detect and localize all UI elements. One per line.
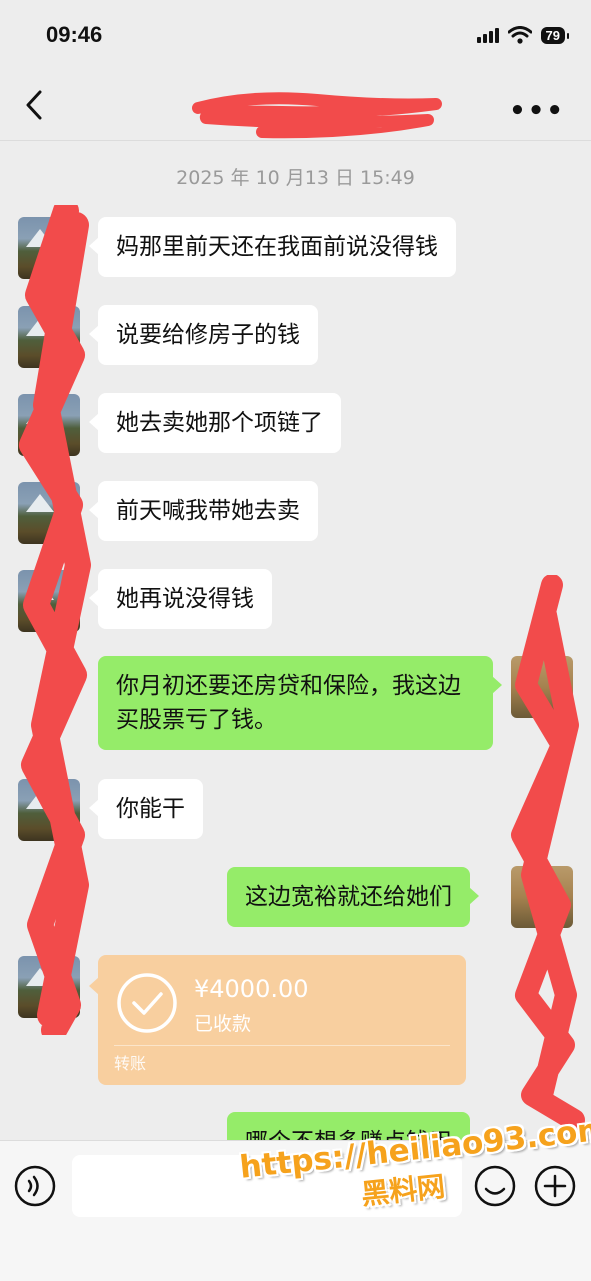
- message-bubble[interactable]: 她去卖她那个项链了: [89, 393, 341, 453]
- divider: [114, 1045, 450, 1046]
- avatar[interactable]: [18, 394, 80, 456]
- chat-header: •••: [0, 70, 591, 141]
- more-icon[interactable]: •••: [509, 96, 565, 126]
- status-icons: 79: [476, 26, 570, 44]
- avatar[interactable]: [18, 779, 80, 841]
- battery-icon: 79: [540, 26, 570, 44]
- transfer-status: 已收款: [194, 1013, 252, 1035]
- avatar[interactable]: [18, 306, 80, 368]
- avatar[interactable]: [18, 217, 80, 279]
- transfer-amount: ¥4000.00: [194, 975, 309, 1003]
- voice-icon[interactable]: [14, 1165, 56, 1207]
- check-circle-icon: [117, 973, 177, 1033]
- message-bubble[interactable]: 说要给修房子的钱: [89, 305, 318, 365]
- transfer-label: 转账: [114, 1054, 147, 1073]
- message-bubble[interactable]: 她再说没得钱: [89, 569, 272, 629]
- back-arrow-icon[interactable]: [18, 86, 52, 124]
- transfer-card[interactable]: ¥4000.00 已收款 转账: [89, 955, 466, 1085]
- message-bubble[interactable]: 前天喊我带她去卖: [89, 481, 318, 541]
- self-avatar[interactable]: [511, 866, 573, 928]
- avatar[interactable]: [18, 570, 80, 632]
- chat-timestamp: 2025 年 10 月13 日 15:49: [176, 167, 415, 189]
- redacted-contact-name: [192, 92, 442, 139]
- message-bubble[interactable]: 你能干: [89, 779, 203, 839]
- message-bubble-self[interactable]: 这边宽裕就还给她们: [227, 867, 479, 927]
- message-bubble-self[interactable]: 你月初还要还房贷和保险，我这边买股票亏了钱。: [98, 656, 502, 750]
- avatar[interactable]: [18, 956, 80, 1018]
- self-avatar[interactable]: [511, 656, 573, 718]
- message-bubble[interactable]: 妈那里前天还在我面前说没得钱: [89, 217, 456, 277]
- status-bar: 09:46 79: [0, 0, 591, 70]
- status-time: 09:46: [46, 22, 103, 47]
- signal-icon: [476, 27, 499, 43]
- avatar[interactable]: [18, 482, 80, 544]
- wifi-icon: [507, 26, 532, 44]
